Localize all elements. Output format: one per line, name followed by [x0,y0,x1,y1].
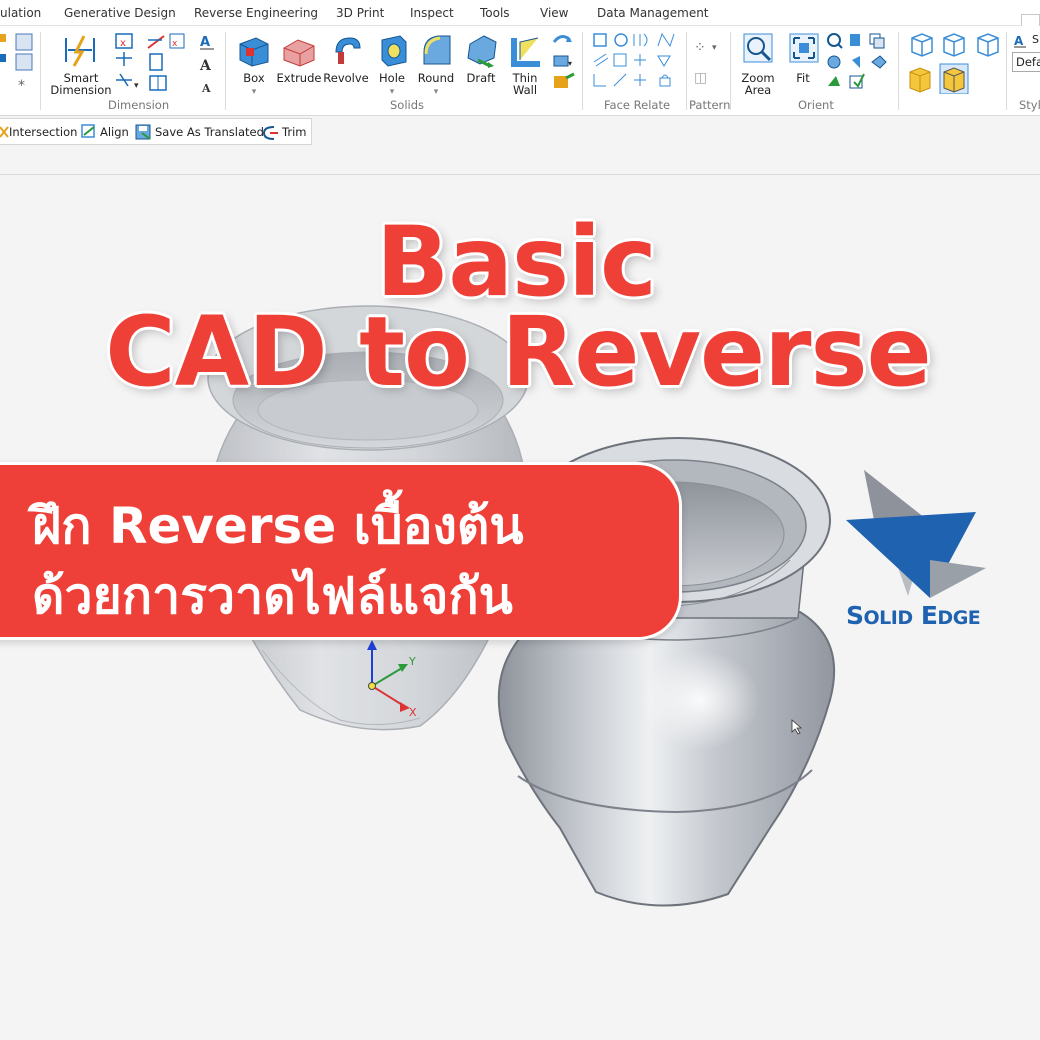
thai-banner: ฝึก Reverse เบื้องต้น ด้วยการวาดไฟล์แจกั… [0,462,682,640]
solid-edge-logo [846,470,986,598]
solid-edge-wordmark: SOLID EDGE [846,601,981,630]
banner-line-2: ด้วยการวาดไฟล์แจกัน [32,567,513,625]
triad-x-label: X [409,706,417,719]
wordmark-s: S [846,601,864,630]
title-line-2: CAD to Reverse [105,296,931,408]
triad-y-label: Y [408,655,416,668]
wordmark-olid: OLID [863,607,914,629]
wordmark-e: E [920,601,938,630]
banner-line-1: ฝึก Reverse เบื้องต้น [32,497,524,555]
wordmark-dge: DGE [937,607,981,629]
solid-edge-window: ulation Generative Design Reverse Engine… [0,0,1040,1040]
